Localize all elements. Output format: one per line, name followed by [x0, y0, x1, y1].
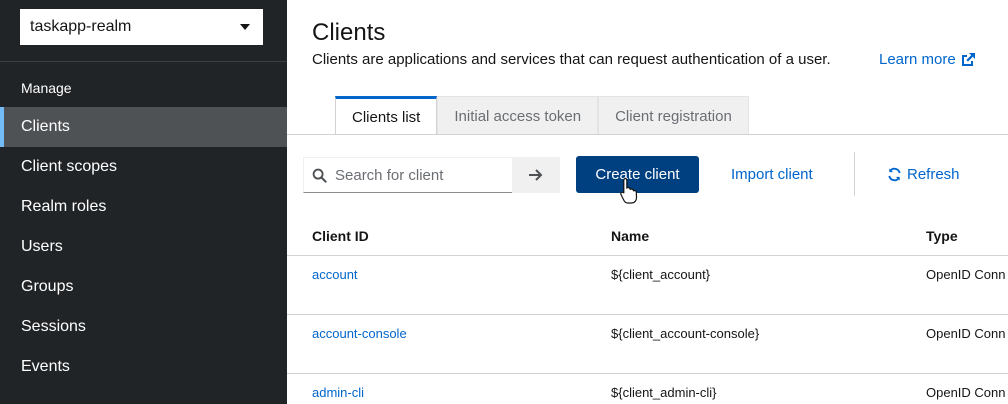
refresh-label: Refresh [907, 166, 960, 183]
sidebar-item-label: Client scopes [21, 158, 118, 175]
search-placeholder: Search for client [335, 166, 444, 184]
client-type-cell: OpenID Conn [926, 326, 1006, 341]
arrow-right-icon [529, 169, 543, 181]
tab-clients-list[interactable]: Clients list [335, 96, 438, 135]
search-submit-button[interactable] [512, 157, 560, 193]
app: taskapp-realm Manage Clients Client scop… [0, 0, 1008, 404]
realm-selector[interactable]: taskapp-realm [20, 9, 263, 45]
sync-icon [888, 167, 901, 182]
search-icon [312, 168, 327, 183]
client-type-cell: OpenID Conn [926, 385, 1006, 400]
tab-divider [287, 134, 1008, 135]
page-description: Clients are applications and services th… [312, 51, 831, 68]
sidebar-item-sessions[interactable]: Sessions [0, 307, 287, 347]
sidebar-nav: Clients Client scopes Realm roles Users … [0, 107, 287, 387]
table-row-divider [287, 373, 1008, 374]
sidebar-item-label: Users [21, 238, 63, 255]
table-header-divider [287, 255, 1008, 256]
client-name-cell: ${client_account} [611, 267, 711, 282]
page-title: Clients [312, 19, 386, 46]
sidebar-item-label: Events [21, 358, 70, 375]
tab-bar: Clients list Initial access token Client… [335, 96, 749, 135]
sidebar-item-users[interactable]: Users [0, 227, 287, 267]
sidebar: taskapp-realm Manage Clients Client scop… [0, 0, 287, 404]
column-header-type[interactable]: Type [926, 228, 958, 244]
realm-name: taskapp-realm [30, 18, 132, 35]
sidebar-item-client-scopes[interactable]: Client scopes [0, 147, 287, 187]
import-client-button[interactable]: Import client [731, 166, 813, 183]
external-link-icon [961, 52, 975, 66]
sidebar-item-realm-roles[interactable]: Realm roles [0, 187, 287, 227]
nav-section-title: Manage [21, 80, 72, 96]
toolbar-divider [854, 152, 855, 196]
column-header-name[interactable]: Name [611, 228, 649, 244]
main-content: Clients Clients are applications and ser… [287, 0, 1008, 404]
column-header-client-id[interactable]: Client ID [312, 228, 369, 244]
tab-client-registration[interactable]: Client registration [598, 96, 749, 135]
hand-pointer-icon [620, 177, 638, 204]
sidebar-item-events[interactable]: Events [0, 347, 287, 387]
sidebar-item-groups[interactable]: Groups [0, 267, 287, 307]
sidebar-item-label: Sessions [21, 318, 86, 335]
client-name-cell: ${client_account-console} [611, 326, 760, 341]
client-id-link[interactable]: account-console [312, 326, 407, 341]
client-type-cell: OpenID Conn [926, 267, 1006, 282]
client-id-link[interactable]: admin-cli [312, 385, 364, 400]
sidebar-item-clients[interactable]: Clients [0, 107, 287, 147]
sidebar-divider [0, 61, 287, 62]
learn-more-link[interactable]: Learn more [879, 51, 976, 68]
refresh-button[interactable]: Refresh [887, 166, 960, 183]
client-name-cell: ${client_admin-cli} [611, 385, 717, 400]
tab-initial-access-token[interactable]: Initial access token [437, 96, 599, 135]
sidebar-item-label: Clients [21, 118, 70, 135]
table-row-divider [287, 314, 1008, 315]
learn-more-label: Learn more [879, 51, 956, 68]
sidebar-item-label: Groups [21, 278, 74, 295]
client-id-link[interactable]: account [312, 267, 358, 282]
chevron-down-icon [240, 24, 250, 30]
search-input[interactable]: Search for client [303, 157, 513, 193]
sidebar-item-label: Realm roles [21, 198, 107, 215]
